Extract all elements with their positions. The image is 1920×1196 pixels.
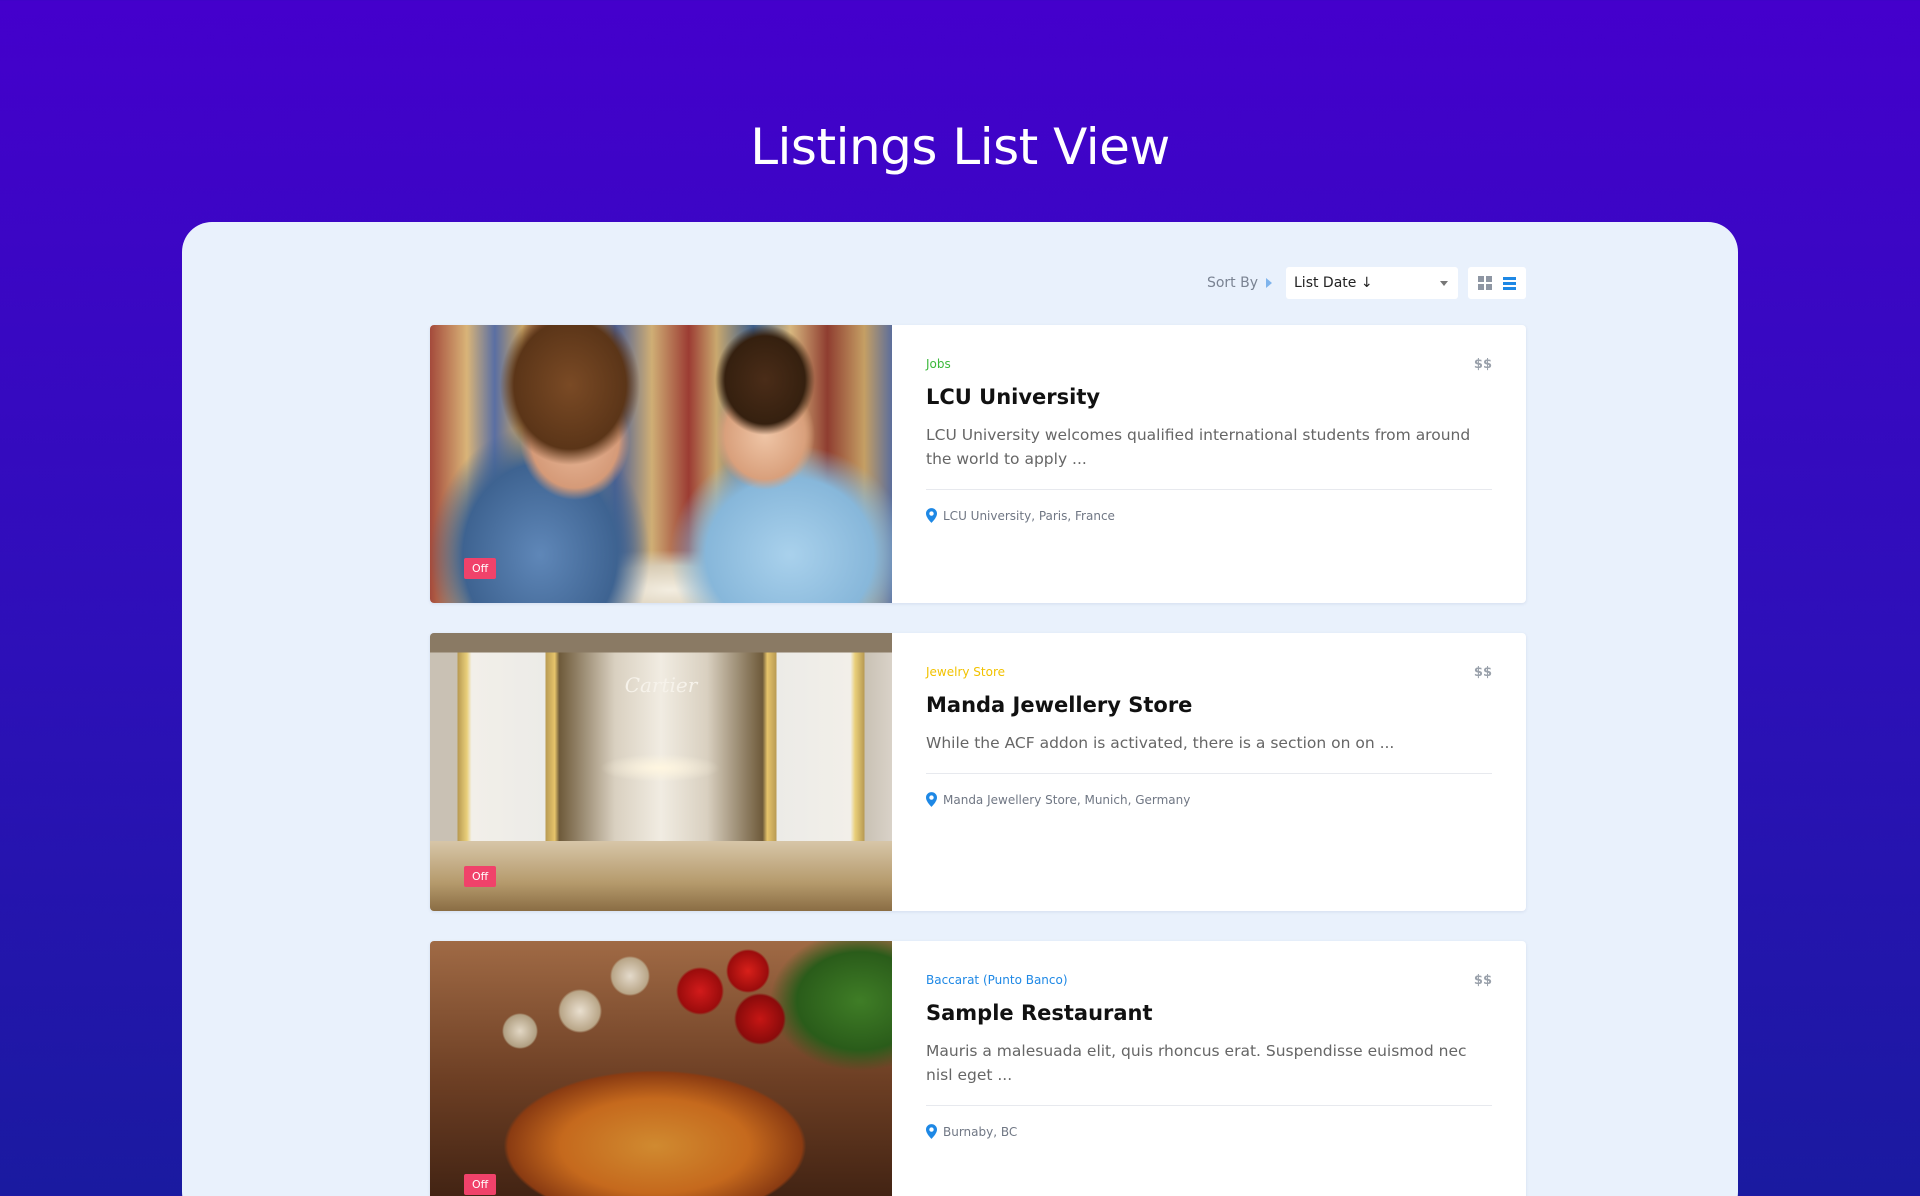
listing-card-sample-restaurant[interactable]: Off Baccarat (Punto Banco) $$ Sample Res…: [430, 941, 1526, 1196]
listing-title[interactable]: Sample Restaurant: [926, 1001, 1492, 1025]
listing-location-text: Manda Jewellery Store, Munich, Germany: [943, 792, 1191, 807]
sort-select-value: List Date ↓: [1294, 275, 1373, 291]
listing-location-text: LCU University, Paris, France: [943, 508, 1115, 523]
caret-right-icon: [1266, 278, 1272, 288]
listing-card-lcu-university[interactable]: Off Jobs $$ LCU University LCU Universit…: [430, 325, 1526, 603]
image-floor: [430, 841, 892, 911]
divider: [926, 1105, 1492, 1106]
listing-location: Burnaby, BC: [926, 1124, 1492, 1139]
listing-title[interactable]: LCU University: [926, 385, 1492, 409]
off-badge: Off: [464, 1174, 497, 1195]
listing-body: Jewelry Store $$ Manda Jewellery Store W…: [892, 633, 1526, 911]
listing-price: $$: [1473, 973, 1492, 988]
listing-price: $$: [1473, 665, 1492, 680]
listing-category[interactable]: Jewelry Store: [926, 665, 1492, 679]
off-badge: Off: [464, 866, 497, 887]
divider: [926, 489, 1492, 490]
listing-body: Jobs $$ LCU University LCU University we…: [892, 325, 1526, 603]
listing-description: While the ACF addon is activated, there …: [926, 734, 1395, 752]
listing-location-text: Burnaby, BC: [943, 1124, 1018, 1139]
view-switch: [1468, 267, 1526, 299]
image-store-sign: Cartier: [624, 673, 698, 697]
divider: [926, 773, 1492, 774]
listings-panel: Sort By List Date ↓ Off Jobs $$ LCU Univ…: [182, 222, 1738, 1196]
listing-toolbar: Sort By List Date ↓: [1207, 267, 1526, 299]
page-title: Listings List View: [750, 118, 1170, 176]
grid-view-icon[interactable]: [1478, 276, 1493, 290]
listing-location: Manda Jewellery Store, Munich, Germany: [926, 792, 1492, 807]
listing-price: $$: [1473, 357, 1492, 372]
listing-description: Mauris a malesuada elit, quis rhoncus er…: [926, 1042, 1467, 1084]
listing-category[interactable]: Jobs: [926, 357, 1492, 371]
chevron-down-icon: [1440, 280, 1448, 286]
listing-body: Baccarat (Punto Banco) $$ Sample Restaur…: [892, 941, 1526, 1196]
map-pin-icon: [926, 792, 937, 807]
sort-select[interactable]: List Date ↓: [1286, 267, 1458, 299]
listing-image[interactable]: Off: [430, 941, 892, 1196]
sort-by-label: Sort By: [1206, 275, 1258, 291]
list-view-icon[interactable]: [1502, 276, 1516, 290]
listing-description: LCU University welcomes qualified intern…: [926, 426, 1471, 468]
listing-title[interactable]: Manda Jewellery Store: [926, 693, 1492, 717]
listing-card-manda-jewellery-store[interactable]: Cartier Off Jewelry Store $$ Manda Jewel…: [430, 633, 1526, 911]
listing-image[interactable]: Off: [430, 325, 892, 603]
listing-category[interactable]: Baccarat (Punto Banco): [926, 973, 1492, 987]
off-badge: Off: [464, 558, 497, 579]
listing-location: LCU University, Paris, France: [926, 508, 1492, 523]
listing-image[interactable]: Cartier Off: [430, 633, 892, 911]
map-pin-icon: [926, 508, 937, 523]
map-pin-icon: [926, 1124, 937, 1139]
